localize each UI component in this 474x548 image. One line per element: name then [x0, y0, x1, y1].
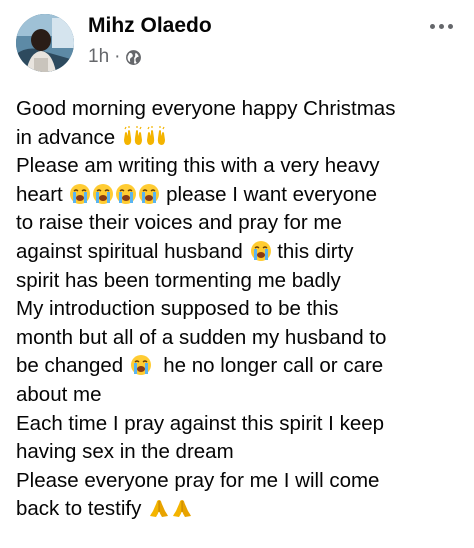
post-text: month but all of a sudden my husband to: [16, 325, 387, 349]
post-meta: 1h ·: [88, 46, 142, 68]
post-text: please I want everyone: [166, 182, 377, 206]
post-text: he no longer call or care: [163, 354, 384, 378]
meta-separator: ·: [114, 46, 121, 67]
post-text: be changed: [16, 354, 124, 378]
post-text: spirit has been tormenting me badly: [16, 268, 341, 292]
post-line: spirit has been tormenting me badly: [16, 267, 466, 296]
author-name[interactable]: Mihz Olaedo: [88, 14, 212, 38]
post-line: back to testify: [16, 495, 466, 524]
post-text: this dirty: [277, 239, 354, 263]
post-text: heart: [16, 182, 63, 206]
post-line: Each time I pray against this spirit I k…: [16, 410, 466, 439]
more-dot: [447, 23, 453, 29]
loudly-crying-face-emoji: [250, 240, 271, 261]
author-avatar[interactable]: [16, 14, 74, 72]
more-dot: [438, 23, 444, 29]
post-header: Mihz Olaedo 1h ·: [16, 14, 458, 76]
loudly-crying-face-emoji: [93, 183, 114, 204]
post-line: to raise their voices and pray for me: [16, 209, 466, 238]
avatar-image: [16, 14, 74, 72]
post-timestamp[interactable]: 1h: [88, 46, 109, 68]
post-text: about me: [16, 382, 102, 406]
post-line: in advance: [16, 124, 466, 153]
post-text: back to testify: [16, 497, 142, 521]
more-options-icon: [429, 23, 435, 29]
globe-icon: [126, 49, 142, 65]
facebook-post: Mihz Olaedo 1h · Good morning everyone h…: [0, 0, 474, 548]
post-line: about me: [16, 381, 466, 410]
post-line: Please am writing this with a very heavy: [16, 152, 466, 181]
post-text: My introduction supposed to be this: [16, 297, 339, 321]
post-line: be changed he no longer call or care: [16, 352, 466, 381]
post-text: Please am writing this with a very heavy: [16, 154, 380, 178]
loudly-crying-face-emoji: [70, 183, 91, 204]
raising-hands-emoji: [123, 125, 142, 145]
post-body: Good morning everyone happy Christmas in…: [16, 95, 466, 524]
post-text: having sex in the dream: [16, 440, 234, 464]
post-text: Each time I pray against this spirit I k…: [16, 411, 385, 435]
post-text: against spiritual husband: [16, 239, 243, 263]
post-line: month but all of a sudden my husband to: [16, 324, 466, 353]
loudly-crying-face-emoji: [139, 183, 160, 204]
post-line: Please everyone pray for me I will come: [16, 467, 466, 496]
more-options-button[interactable]: [424, 16, 458, 36]
post-line: heart please I want everyone: [16, 181, 466, 210]
loudly-crying-face-emoji: [130, 355, 151, 376]
folded-hands-emoji: [173, 500, 192, 518]
raising-hands-emoji: [146, 125, 165, 145]
post-text: in advance: [16, 125, 116, 149]
post-line: My introduction supposed to be this: [16, 295, 466, 324]
loudly-crying-face-emoji: [116, 183, 137, 204]
post-line: Good morning everyone happy Christmas: [16, 95, 466, 124]
folded-hands-emoji: [150, 500, 169, 518]
post-text: to raise their voices and pray for me: [16, 211, 342, 235]
post-text: Good morning everyone happy Christmas: [16, 97, 396, 120]
post-text: Please everyone pray for me I will come: [16, 468, 380, 492]
post-line: having sex in the dream: [16, 438, 466, 467]
post-line: against spiritual husband this dirty: [16, 238, 466, 267]
